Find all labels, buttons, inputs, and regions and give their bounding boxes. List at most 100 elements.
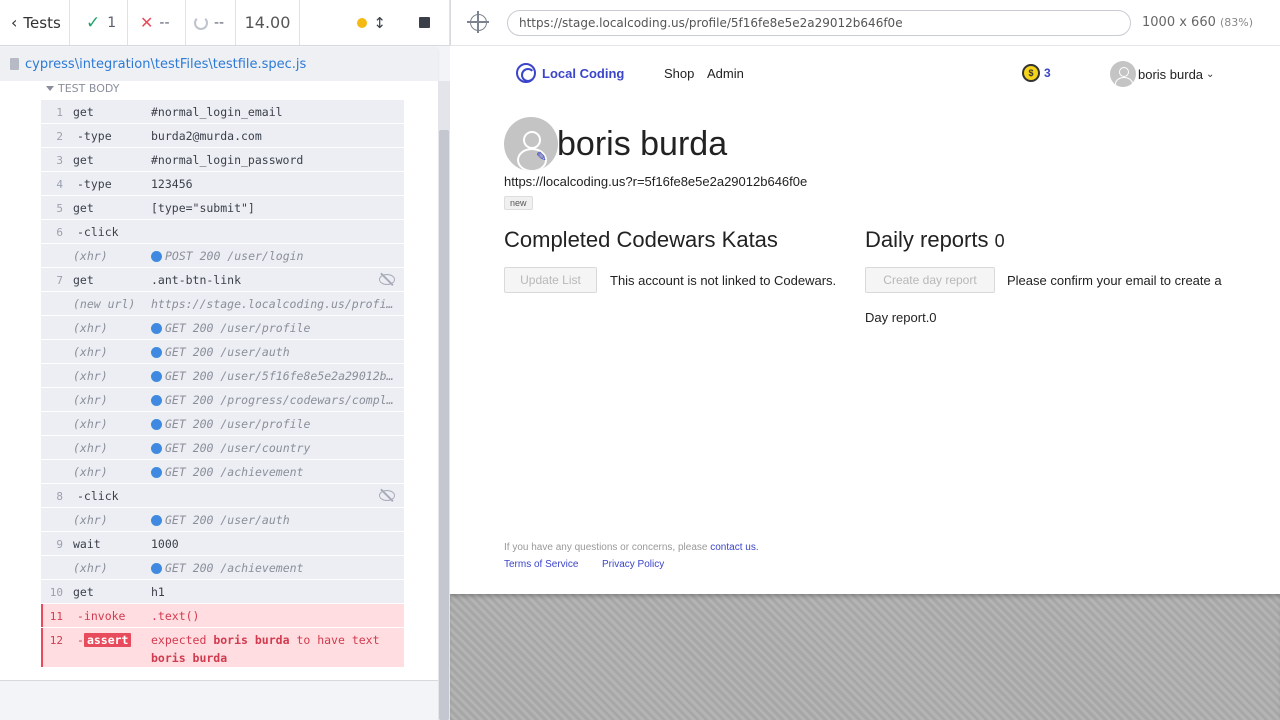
command-message: 1000: [151, 537, 179, 551]
nav-shop-link[interactable]: Shop: [664, 66, 694, 81]
assert-actual-value: boris burda: [213, 633, 290, 647]
command-row[interactable]: 7 get .ant-btn-link: [41, 268, 404, 292]
command-row[interactable]: 1 get #normal_login_email: [41, 100, 404, 124]
create-day-report-button[interactable]: Create day report: [865, 267, 995, 293]
command-row[interactable]: 8 -click: [41, 484, 404, 508]
stop-icon: [419, 17, 430, 28]
xhr-dot-icon: [151, 347, 162, 358]
eye-slash-icon: [379, 274, 395, 285]
logo-mark-icon: [516, 63, 536, 83]
user-menu[interactable]: boris burda ⌄: [1110, 61, 1214, 87]
command-number: 12: [49, 634, 63, 647]
command-row-xhr[interactable]: (xhr) POST 200 /user/login: [41, 244, 404, 268]
update-list-button[interactable]: Update List: [504, 267, 597, 293]
chevron-left-icon: ‹: [11, 13, 18, 32]
command-name: -click: [77, 225, 119, 239]
command-name: (xhr): [73, 321, 108, 335]
command-message: h1: [151, 585, 165, 599]
status-badge: new: [504, 196, 533, 210]
command-row-xhr[interactable]: (xhr) GET 200 /user/profile: [41, 412, 404, 436]
assert-message: expected boris burda to have text boris b…: [151, 631, 399, 667]
command-name: - assert: [77, 633, 132, 647]
command-row-xhr[interactable]: (xhr) GET 200 /achievement: [41, 556, 404, 580]
command-name: -type: [77, 129, 112, 143]
command-row[interactable]: 3 get #normal_login_password: [41, 148, 404, 172]
command-row-xhr[interactable]: (xhr) GET 200 /achievement: [41, 460, 404, 484]
viewport-info[interactable]: 1000 x 660 (83%): [1142, 15, 1253, 30]
test-body-header[interactable]: TEST BODY: [46, 81, 119, 95]
reports-count: 0: [994, 231, 1005, 251]
aut-url-bar[interactable]: https://stage.localcoding.us/profile/5f1…: [507, 10, 1131, 36]
xhr-dot-icon: [151, 467, 162, 478]
command-row[interactable]: 10 get h1: [41, 580, 404, 604]
command-number: 3: [56, 154, 63, 167]
command-message: #normal_login_email: [151, 105, 283, 119]
viewport-size: 1000 x 660: [1142, 15, 1216, 30]
command-message: POST 200 /user/login: [151, 249, 399, 263]
command-number: 5: [56, 202, 63, 215]
command-message: GET 200 /user/auth: [151, 345, 399, 359]
edit-avatar-icon[interactable]: ✎: [536, 149, 547, 165]
command-number: 9: [56, 538, 63, 551]
command-row[interactable]: 5 get [type="submit"]: [41, 196, 404, 220]
command-row-assert[interactable]: 12 - assert expected boris burda to have …: [41, 628, 404, 668]
command-name: get: [73, 585, 94, 599]
xhr-dot-icon: [151, 515, 162, 526]
assert-prefix: -: [77, 633, 84, 647]
terms-link[interactable]: Terms of Service: [504, 559, 578, 570]
command-row[interactable]: 9 wait 1000: [41, 532, 404, 556]
auto-scroll-toggle[interactable]: ↕: [300, 0, 400, 45]
command-row[interactable]: 6 -click: [41, 220, 404, 244]
command-row-xhr[interactable]: (xhr) GET 200 /progress/codewars/complet…: [41, 388, 404, 412]
contact-us-link[interactable]: contact us.: [710, 542, 758, 553]
command-name: (xhr): [73, 249, 108, 263]
stop-button[interactable]: [400, 0, 450, 45]
privacy-link[interactable]: Privacy Policy: [602, 559, 664, 570]
spec-path[interactable]: cypress\integration\testFiles\testfile.s…: [25, 57, 306, 72]
command-name: get: [73, 105, 94, 119]
command-row-xhr[interactable]: (xhr) GET 200 /user/profile: [41, 316, 404, 340]
command-number: 8: [56, 490, 63, 503]
reporter-scrollbar-thumb[interactable]: [439, 130, 449, 720]
command-message: burda2@murda.com: [151, 129, 262, 143]
coins-badge[interactable]: $ 3: [1022, 64, 1051, 82]
command-name: (xhr): [73, 513, 108, 527]
coin-icon: $: [1022, 64, 1040, 82]
status-dot-icon: [357, 17, 368, 28]
command-row-xhr[interactable]: (xhr) GET 200 /user/auth: [41, 340, 404, 364]
back-to-tests-button[interactable]: ‹ Tests: [0, 0, 70, 45]
reports-title-text: Daily reports: [865, 227, 989, 252]
command-name: (xhr): [73, 417, 108, 431]
command-row-xhr[interactable]: (xhr) GET 200 /user/country: [41, 436, 404, 460]
command-row[interactable]: 2 -type burda2@murda.com: [41, 124, 404, 148]
xhr-route: GET 200 /achievement: [165, 561, 304, 575]
spec-path-bar[interactable]: cypress\integration\testFiles\testfile.s…: [0, 47, 438, 81]
tests-label: Tests: [23, 13, 61, 32]
command-row-xhr[interactable]: (xhr) GET 200 /user/auth: [41, 508, 404, 532]
command-row-xhr[interactable]: (xhr) GET 200 /user/5f16fe8e5e2a29012b64…: [41, 364, 404, 388]
xhr-route: GET 200 /user/auth: [165, 513, 290, 527]
xhr-dot-icon: [151, 419, 162, 430]
chevron-down-icon: ⌄: [1206, 68, 1215, 80]
pending-count: --: [186, 0, 236, 45]
command-message: .text(): [151, 609, 200, 623]
command-message: #normal_login_password: [151, 153, 304, 167]
xhr-dot-icon: [151, 371, 162, 382]
pending-value: --: [214, 14, 225, 31]
katas-message: This account is not linked to Codewars.: [610, 273, 837, 288]
nav-admin-link[interactable]: Admin: [707, 66, 744, 81]
reports-section-title: Daily reports 0: [865, 227, 1005, 253]
command-row-invoke[interactable]: 11 -invoke .text(): [41, 604, 404, 628]
selector-playground-crosshair-icon[interactable]: [467, 11, 489, 33]
profile-avatar: [504, 117, 558, 171]
command-name: get: [73, 153, 94, 167]
site-logo[interactable]: Local Coding: [516, 63, 624, 83]
command-name: (xhr): [73, 369, 108, 383]
command-row[interactable]: 4 -type 123456: [41, 172, 404, 196]
eye-slash-icon: [379, 490, 395, 501]
command-row-new-url[interactable]: (new url) https://stage.localcoding.us/pr…: [41, 292, 404, 316]
xhr-dot-icon: [151, 443, 162, 454]
command-name: -type: [77, 177, 112, 191]
cross-icon: ✕: [140, 13, 154, 32]
command-message: GET 200 /achievement: [151, 465, 399, 479]
